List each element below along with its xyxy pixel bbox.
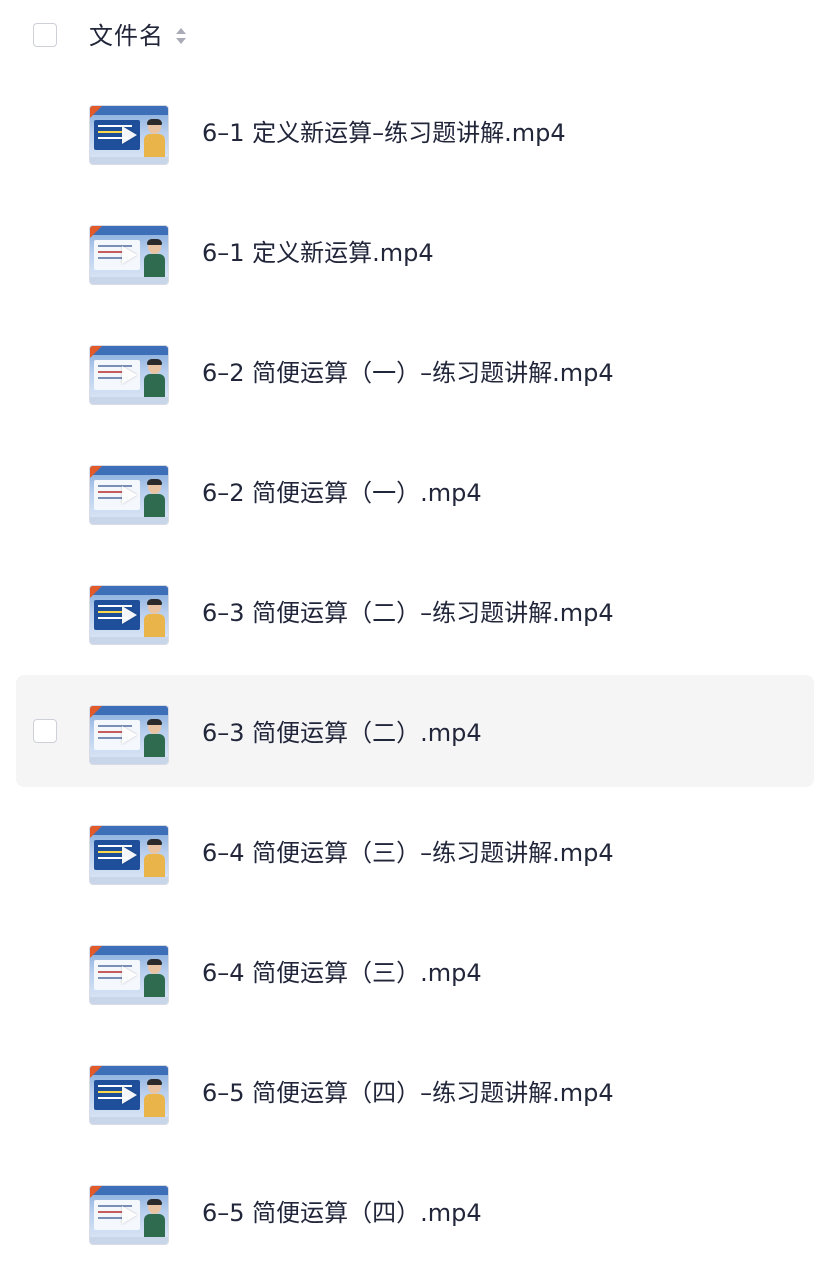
thumbnail-corner-badge bbox=[90, 946, 102, 958]
play-icon bbox=[122, 846, 137, 864]
play-icon bbox=[122, 246, 137, 264]
select-all-checkbox[interactable] bbox=[33, 23, 57, 47]
column-header-filename[interactable]: 文件名 bbox=[89, 18, 164, 54]
file-row[interactable]: 6–2 简便运算（一）.mp4 bbox=[16, 435, 814, 547]
file-name[interactable]: 6–4 简便运算（三）.mp4 bbox=[202, 958, 482, 988]
thumbnail-corner-badge bbox=[90, 346, 102, 358]
video-thumbnail[interactable] bbox=[90, 706, 168, 764]
video-thumbnail[interactable] bbox=[90, 346, 168, 404]
file-name[interactable]: 6–1 定义新运算–练习题讲解.mp4 bbox=[202, 118, 566, 148]
video-thumbnail[interactable] bbox=[90, 226, 168, 284]
play-icon bbox=[122, 726, 137, 744]
play-icon bbox=[122, 606, 137, 624]
file-name[interactable]: 6–2 简便运算（一）–练习题讲解.mp4 bbox=[202, 358, 614, 388]
file-row[interactable]: 6–2 简便运算（一）–练习题讲解.mp4 bbox=[16, 315, 814, 427]
video-thumbnail[interactable] bbox=[90, 946, 168, 1004]
file-name[interactable]: 6–5 简便运算（四）.mp4 bbox=[202, 1198, 482, 1228]
sort-icon[interactable] bbox=[174, 25, 188, 47]
video-thumbnail[interactable] bbox=[90, 1066, 168, 1124]
file-name[interactable]: 6–2 简便运算（一）.mp4 bbox=[202, 478, 482, 508]
thumbnail-corner-badge bbox=[90, 586, 102, 598]
play-icon bbox=[122, 126, 137, 144]
row-checkbox[interactable] bbox=[33, 719, 57, 743]
play-icon bbox=[122, 486, 137, 504]
file-row[interactable]: 6–5 简便运算（四）–练习题讲解.mp4 bbox=[16, 1035, 814, 1147]
file-row[interactable]: 6–5 简便运算（四）.mp4 bbox=[16, 1155, 814, 1267]
thumbnail-corner-badge bbox=[90, 106, 102, 118]
file-row[interactable]: 6–3 简便运算（二）–练习题讲解.mp4 bbox=[16, 555, 814, 667]
file-list-header: 文件名 bbox=[0, 0, 814, 72]
play-icon bbox=[122, 1206, 137, 1224]
file-row[interactable]: 6–3 简便运算（二）.mp4 bbox=[16, 675, 814, 787]
thumbnail-corner-badge bbox=[90, 1066, 102, 1078]
thumbnail-corner-badge bbox=[90, 226, 102, 238]
video-thumbnail[interactable] bbox=[90, 466, 168, 524]
file-name[interactable]: 6–5 简便运算（四）–练习题讲解.mp4 bbox=[202, 1078, 614, 1108]
file-name[interactable]: 6–3 简便运算（二）–练习题讲解.mp4 bbox=[202, 598, 614, 628]
thumbnail-corner-badge bbox=[90, 706, 102, 718]
file-list-page: 文件名 6–1 定义新运算–练习题讲解.mp4 6–1 定义新运算.mp4 6–2 … bbox=[0, 0, 814, 1272]
file-row[interactable]: 6–1 定义新运算.mp4 bbox=[16, 195, 814, 307]
video-thumbnail[interactable] bbox=[90, 106, 168, 164]
video-thumbnail[interactable] bbox=[90, 826, 168, 884]
video-thumbnail[interactable] bbox=[90, 1186, 168, 1244]
file-name[interactable]: 6–1 定义新运算.mp4 bbox=[202, 238, 434, 268]
thumbnail-corner-badge bbox=[90, 466, 102, 478]
file-row[interactable]: 6–4 简便运算（三）–练习题讲解.mp4 bbox=[16, 795, 814, 907]
play-icon bbox=[122, 966, 137, 984]
file-row[interactable]: 6–4 简便运算（三）.mp4 bbox=[16, 915, 814, 1027]
file-row[interactable]: 6–1 定义新运算–练习题讲解.mp4 bbox=[16, 75, 814, 187]
play-icon bbox=[122, 366, 137, 384]
video-thumbnail[interactable] bbox=[90, 586, 168, 644]
thumbnail-corner-badge bbox=[90, 826, 102, 838]
file-name[interactable]: 6–3 简便运算（二）.mp4 bbox=[202, 718, 482, 748]
thumbnail-corner-badge bbox=[90, 1186, 102, 1198]
file-name[interactable]: 6–4 简便运算（三）–练习题讲解.mp4 bbox=[202, 838, 614, 868]
play-icon bbox=[122, 1086, 137, 1104]
